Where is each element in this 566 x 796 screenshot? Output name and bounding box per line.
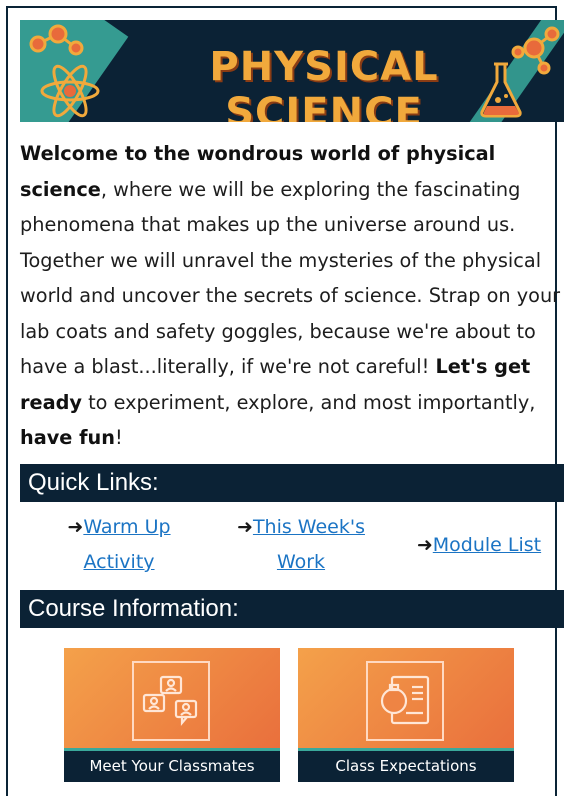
quick-link-module-list[interactable]: ➜Module List [404,528,554,563]
meet-your-classmates-label: Meet Your Classmates [64,748,280,782]
quick-link-this-weeks-work[interactable]: ➜This Week's Work [226,510,376,580]
meet-your-classmates-card[interactable]: Meet Your Classmates [64,648,280,782]
warm-up-link-line2[interactable]: Activity [83,551,154,573]
intro-text-2: to experiment, explore, and most importa… [81,390,536,414]
intro-text-1: , where we will be exploring the fascina… [20,177,561,379]
lab-notebook-icon [380,675,430,725]
quick-links: ➜Warm Up Activity ➜This Week's Work ➜Mod… [20,510,564,580]
this-weeks-work-link-line1[interactable]: This Week's [253,516,365,538]
course-banner: PHYSICAL SCIENCE [20,20,564,122]
arrow-right-icon: ➜ [67,516,84,538]
warm-up-link-line1[interactable]: Warm Up [83,516,170,538]
arrow-right-icon: ➜ [237,516,253,538]
quick-link-warm-up[interactable]: ➜Warm Up Activity [54,510,184,580]
class-expectations-card[interactable]: Class Expectations [298,648,514,782]
banner-title: PHYSICAL SCIENCE [209,44,439,122]
atom-icon [40,64,100,118]
intro-paragraph: Welcome to the wondrous world of physica… [20,136,564,456]
module-list-link[interactable]: Module List [433,534,541,556]
chat-people-icon [142,675,198,727]
this-weeks-work-link-line2[interactable]: Work [277,551,325,573]
card-icon-frame [132,661,210,741]
arrow-right-icon: ➜ [416,534,433,556]
class-expectations-label: Class Expectations [298,748,514,782]
course-information-heading: Course Information: [20,590,564,628]
card-icon-frame [366,661,444,741]
quick-links-heading: Quick Links: [20,464,564,502]
intro-text-3: ! [114,426,123,449]
intro-bold-3: have fun [20,426,115,449]
